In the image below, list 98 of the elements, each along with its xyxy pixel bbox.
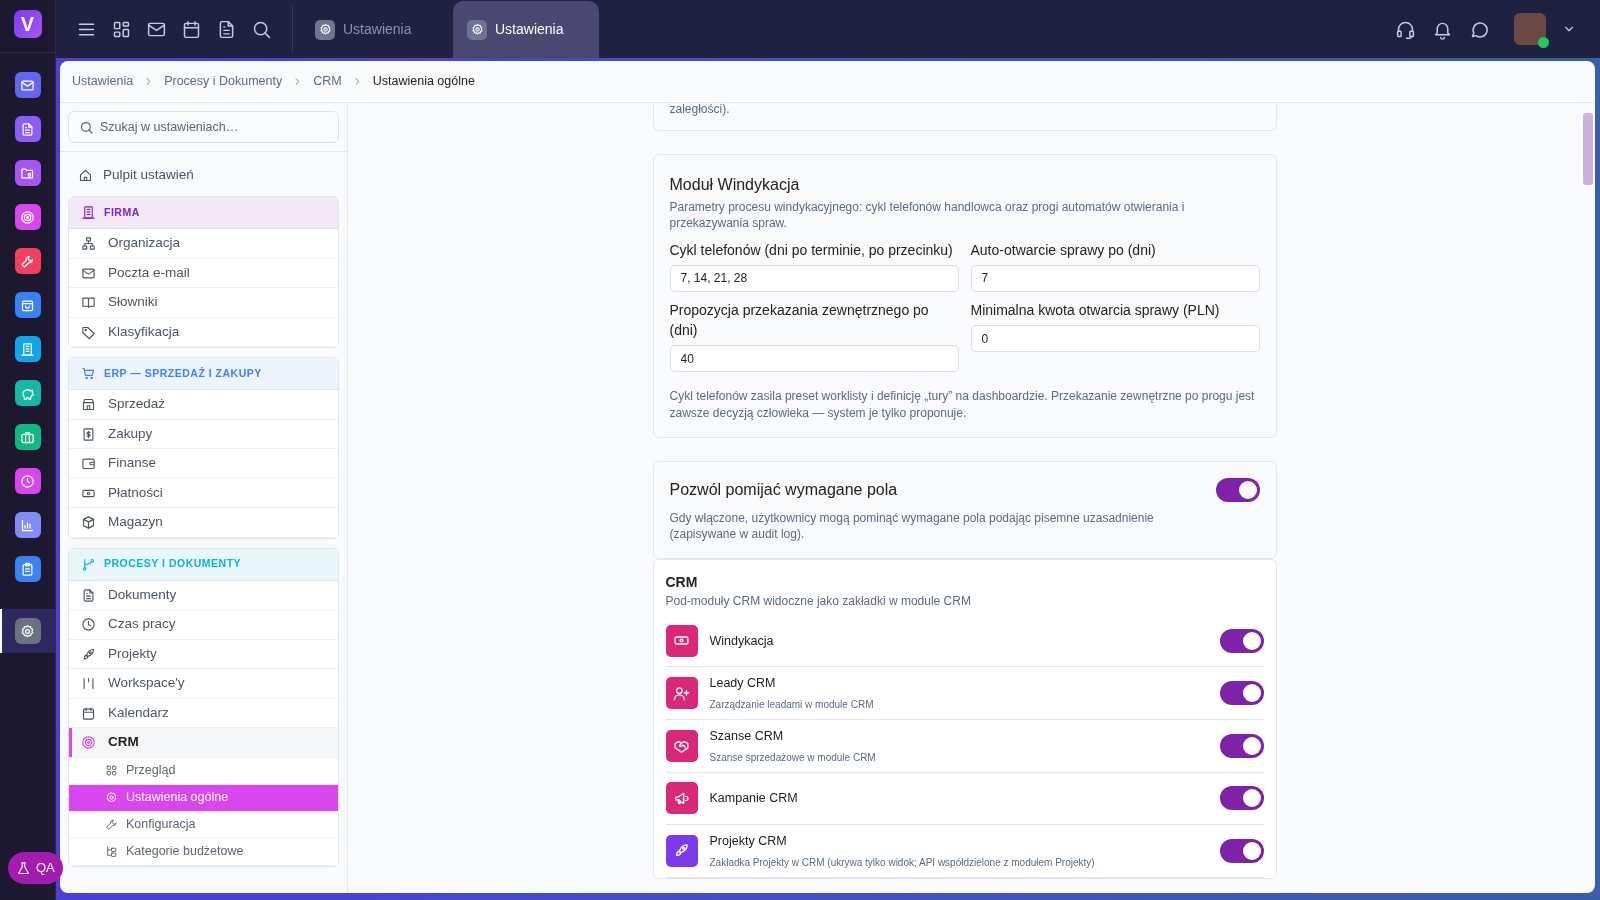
module-name: Kampanie CRM [709, 790, 798, 807]
toggle-switch[interactable] [1215, 477, 1260, 502]
building-icon [81, 205, 96, 221]
toggle-switch[interactable] [1219, 838, 1264, 863]
input-field[interactable]: 7 [970, 264, 1260, 292]
wallet-icon [81, 456, 96, 471]
input-field[interactable]: 7, 14, 21, 28 [669, 264, 959, 292]
home-icon [78, 167, 93, 183]
module-button[interactable] [14, 248, 41, 274]
document-icon [81, 587, 96, 603]
clipboard-icon [20, 561, 35, 577]
module-button[interactable] [14, 160, 41, 186]
receipt-icon [81, 426, 96, 442]
breadcrumb-link[interactable]: Procesy i Dokumenty [164, 72, 283, 91]
book-icon [81, 295, 96, 310]
box-icon [81, 515, 96, 530]
module-name: Projekty CRM [709, 832, 788, 850]
module-button[interactable] [14, 336, 41, 362]
avatar[interactable] [1514, 13, 1546, 45]
module-button[interactable] [14, 204, 41, 230]
card-description: Pod-moduły CRM widoczne jako zakładki w module CRM [665, 593, 972, 610]
input-field[interactable]: 0 [970, 325, 1260, 353]
settings-icon [20, 623, 35, 639]
module-button[interactable] [14, 556, 41, 582]
bag-icon [20, 297, 35, 313]
store-icon [81, 397, 96, 412]
card-description: Parametry procesu windykacyjnego: cykl telefonów handlowca oraz progi automatów otwierania i przekazywania spraw. [669, 199, 1186, 232]
field-label: Cykl telefonów (dni po terminie, po przecinku) [669, 240, 954, 260]
module-description: Zarządzanie leadami w module CRM [709, 698, 874, 713]
tab[interactable]: Ustawienia [453, 1, 599, 58]
module-button[interactable] [14, 116, 41, 142]
section-title: PROCESY I DOKUMENTY [104, 556, 242, 572]
calendar-icon [181, 18, 202, 40]
module-button[interactable] [14, 424, 41, 450]
module-button[interactable] [14, 468, 41, 494]
card-text: zaległości). [669, 103, 731, 117]
toggle-switch[interactable] [1219, 628, 1264, 653]
field-label: Auto-otwarcie sprawy po (dni) [970, 240, 1157, 260]
calendar-button[interactable] [181, 18, 202, 40]
module-button[interactable] [14, 618, 41, 644]
wrench-icon [105, 818, 118, 832]
settings-icon [105, 791, 118, 805]
tab[interactable]: Ustawienia [301, 1, 447, 58]
card-title: Pozwól pomijać wymagane pola [669, 479, 899, 500]
briefcase-icon [20, 429, 35, 445]
field-label: Propozycja przekazania zewnętrznego po (dni) [669, 300, 930, 341]
document-icon [20, 121, 35, 137]
target-icon [81, 735, 96, 750]
building-icon [20, 341, 35, 357]
wrench-icon [20, 253, 35, 269]
card-note: Cykl telefonów zasila preset worklisty i definicję „tury” na dashboardzie. Przekazanie zewnętrzne po progu jest zawsze decyzją człowieka — system je tylko proponuje. [669, 388, 1256, 421]
sidebar-item[interactable]: CRM [69, 728, 338, 758]
card-title: Moduł Windykacja [669, 175, 801, 196]
mail-icon [81, 265, 96, 281]
folder-icon [20, 165, 35, 181]
card-title: CRM [665, 573, 699, 593]
branch-icon [81, 556, 96, 572]
grid-icon [105, 764, 118, 778]
qa-button[interactable]: QA [8, 852, 63, 884]
tag-icon [81, 324, 96, 340]
settings-icon [470, 23, 484, 36]
module-description: Szanse sprzedażowe w module CRM [709, 750, 876, 765]
search-icon [79, 120, 94, 135]
section-title: FIRMA [104, 204, 140, 220]
toggle-switch[interactable] [1219, 681, 1264, 706]
cart-icon [81, 366, 96, 382]
module-name: Leady CRM [709, 675, 777, 693]
sidebar-item[interactable]: Pulpit ustawień [68, 160, 204, 191]
module-button[interactable] [14, 512, 41, 538]
calendar-icon [81, 705, 96, 721]
field-label: Minimalna kwota otwarcia sprawy (PLN) [970, 300, 1221, 320]
hierarchy-icon [81, 236, 96, 251]
module-name: Szanse CRM [709, 728, 785, 746]
search-field[interactable]: Szukaj w ustawieniach… [68, 111, 339, 143]
mail-icon [20, 77, 35, 93]
bar-chart-icon [20, 517, 35, 533]
target-icon [20, 209, 35, 225]
clock-icon [81, 617, 96, 632]
columns-icon [81, 676, 96, 691]
settings-icon [318, 23, 332, 36]
input-field[interactable]: 40 [669, 345, 959, 373]
module-name: Windykacja [709, 632, 774, 650]
rocket-icon [81, 646, 96, 662]
module-description: Zakładka Projekty w CRM (ukrywa tylko widok; API współdzielone z modułem Projekty) [709, 855, 1095, 870]
app-logo[interactable]: V [13, 10, 42, 38]
module-button[interactable] [14, 72, 41, 98]
breadcrumb-current: Ustawienia ogólne [372, 73, 475, 91]
toggle-switch[interactable] [1219, 734, 1264, 758]
flask-icon [16, 860, 31, 876]
card-description: Gdy włączone, użytkownicy mogą pominąć wymagane pola podając pisemne uzasadnienie (zapisywane w audit log). [669, 509, 1155, 543]
breadcrumb-link[interactable]: CRM [313, 72, 342, 91]
clock-icon [20, 473, 35, 489]
toggle-switch[interactable] [1219, 786, 1264, 811]
section-title: ERP — SPRZEDAŻ I ZAKUPY [104, 365, 262, 381]
module-button[interactable] [14, 292, 41, 318]
breadcrumb-link[interactable]: Ustawienia [72, 72, 134, 91]
module-button[interactable] [14, 380, 41, 406]
tree-icon [105, 845, 118, 859]
